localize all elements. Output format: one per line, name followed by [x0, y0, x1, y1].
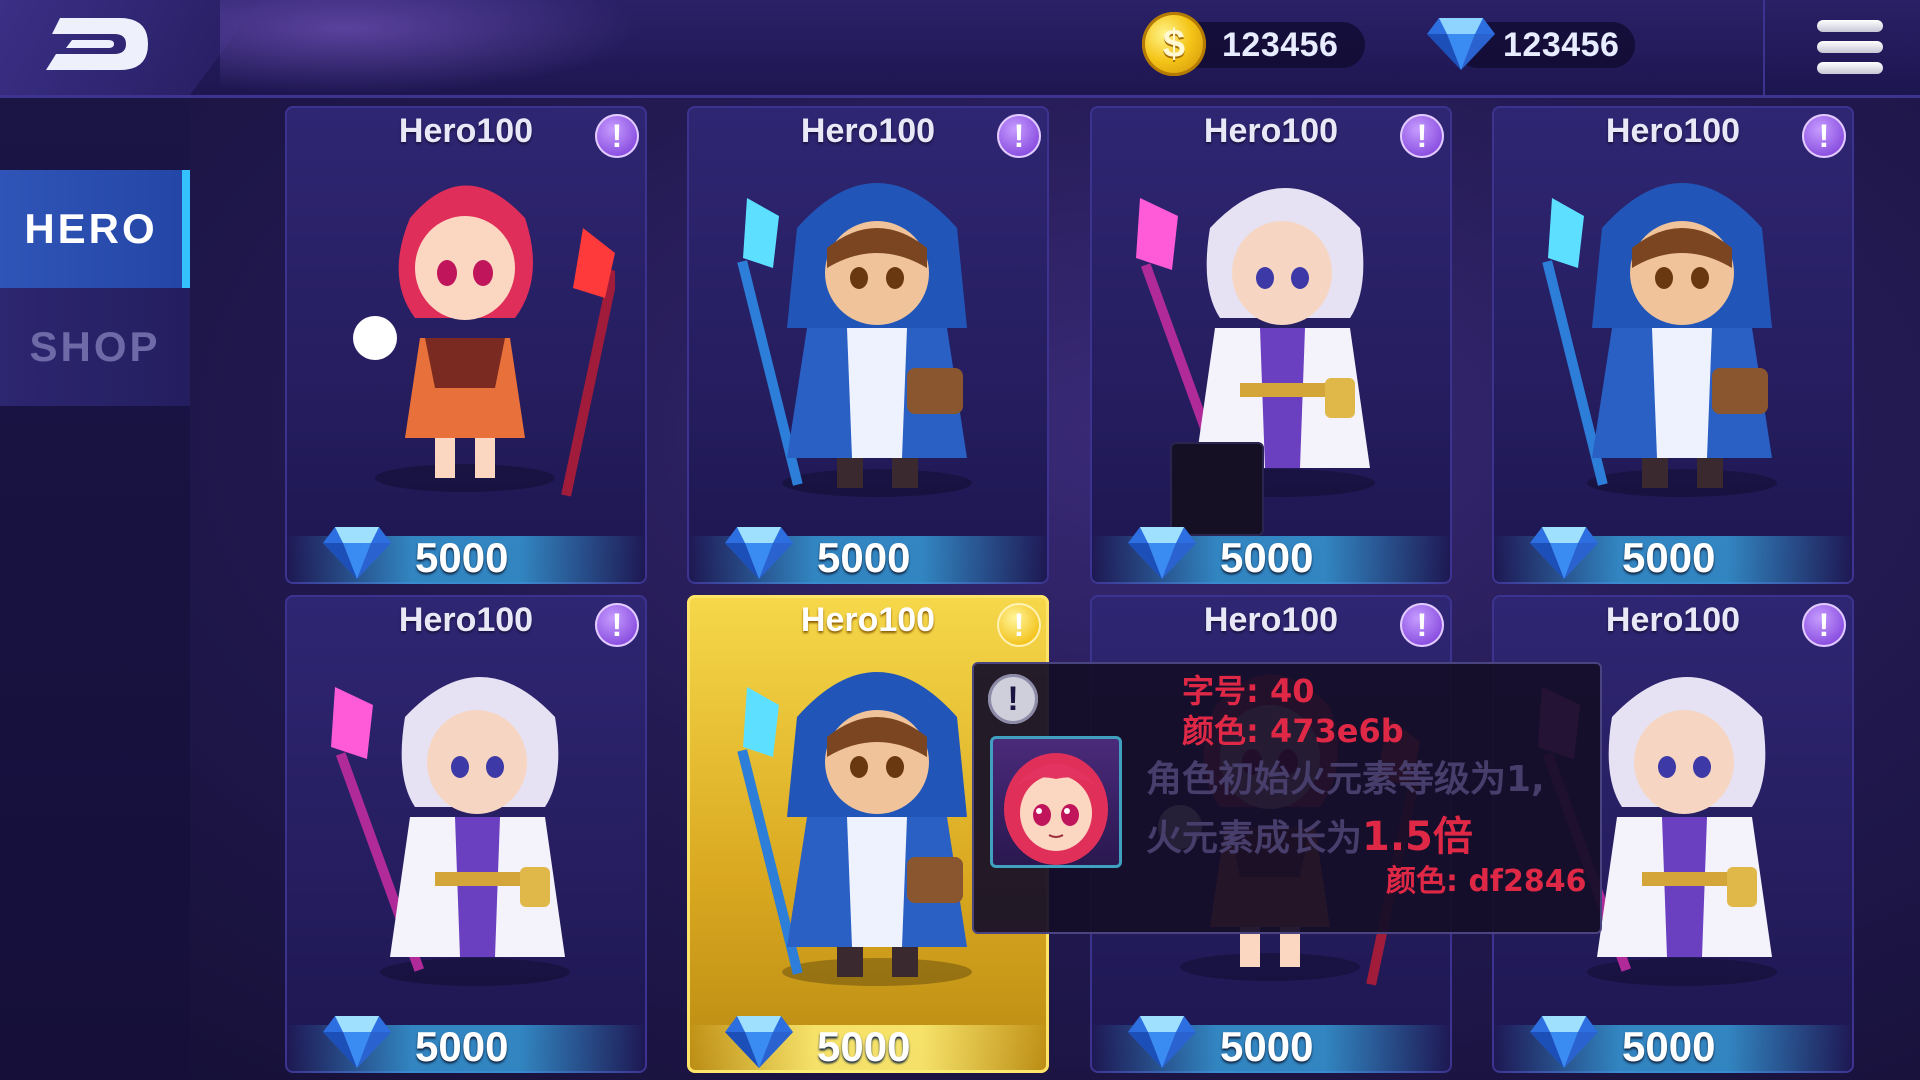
info-icon[interactable]: !: [997, 603, 1041, 647]
hero-name: Hero100: [1605, 601, 1741, 639]
hero-name: Hero100: [1203, 601, 1339, 639]
info-icon[interactable]: !: [1802, 603, 1846, 647]
gem-icon: [1530, 1016, 1598, 1068]
hero-portrait: [1136, 188, 1375, 497]
hero-tooltip: ! 字号: 40 颜色: 473e6b 角色初始火元素等级为1, 火元素成长为1…: [972, 662, 1602, 934]
smoke-decoration: [220, 0, 640, 95]
description-prefix: 火元素成长为: [1146, 818, 1363, 859]
info-icon[interactable]: !: [1400, 114, 1444, 158]
gem-icon: [725, 527, 793, 579]
hero-card[interactable]: Hero100 ! 5000: [687, 106, 1049, 584]
menu-button[interactable]: [1817, 20, 1883, 78]
side-nav: HERO SHOP: [0, 98, 190, 1080]
tab-shop[interactable]: SHOP: [0, 288, 190, 406]
hero-name: Hero100: [800, 601, 936, 639]
hero-name: Hero100: [398, 601, 534, 639]
tooltip-avatar: [990, 736, 1122, 868]
menu-line-icon: [1817, 41, 1883, 53]
info-icon[interactable]: !: [997, 114, 1041, 158]
info-icon: !: [988, 674, 1038, 724]
hero-card[interactable]: Hero100 ! 5000: [1090, 106, 1452, 584]
tooltip-description-line2: 火元素成长为1.5倍: [1146, 804, 1473, 862]
menu-line-icon: [1817, 20, 1883, 32]
menu-panel: [1763, 0, 1920, 95]
hero-card[interactable]: Hero100 ! 5000: [1492, 106, 1854, 584]
color-note-secondary: 颜色: df2846: [1386, 864, 1587, 899]
hero-portrait: [331, 677, 570, 986]
info-icon[interactable]: !: [595, 114, 639, 158]
coin-icon: $: [1142, 12, 1206, 76]
gem-icon: [1530, 527, 1598, 579]
hero-name: Hero100: [800, 112, 936, 150]
hero-portrait: [1542, 183, 1777, 497]
info-icon[interactable]: !: [1400, 603, 1444, 647]
gem-icon: [323, 1016, 391, 1068]
tab-hero[interactable]: HERO: [0, 170, 190, 288]
hero-price: 5000: [817, 534, 911, 581]
gem-icon: [725, 1016, 793, 1068]
hero-price: 5000: [1220, 1023, 1314, 1070]
info-icon[interactable]: !: [595, 603, 639, 647]
hero-card[interactable]: Hero100 ! 5000: [285, 106, 647, 584]
gem-amount: 123456: [1503, 25, 1620, 64]
gem-icon: [323, 527, 391, 579]
hero-price: 5000: [415, 534, 509, 581]
hero-price: 5000: [1622, 534, 1716, 581]
gem-icon: [1128, 1016, 1196, 1068]
menu-line-icon: [1817, 62, 1883, 74]
hero-price: 5000: [415, 1023, 509, 1070]
color-note-primary: 颜色: 473e6b: [1182, 712, 1404, 750]
hero-card[interactable]: Hero100 ! 5000: [285, 595, 647, 1073]
hero-name: Hero100: [398, 112, 534, 150]
hero-portrait: [737, 183, 972, 497]
hero-price: 5000: [1622, 1023, 1716, 1070]
tooltip-description-line1: 角色初始火元素等级为1,: [1146, 759, 1545, 800]
logo-icon[interactable]: [42, 14, 152, 74]
hero-name: Hero100: [1203, 112, 1339, 150]
top-bar: 123456 $ 123456: [0, 0, 1920, 98]
hero-portrait: [353, 185, 615, 497]
hero-price: 5000: [817, 1023, 911, 1070]
coin-amount: 123456: [1222, 25, 1339, 64]
gem-icon: [1427, 18, 1495, 70]
gem-icon: [1128, 527, 1196, 579]
hero-name: Hero100: [1605, 112, 1741, 150]
info-icon[interactable]: !: [1802, 114, 1846, 158]
description-highlight: 1.5倍: [1362, 814, 1473, 860]
hero-price: 5000: [1220, 534, 1314, 581]
